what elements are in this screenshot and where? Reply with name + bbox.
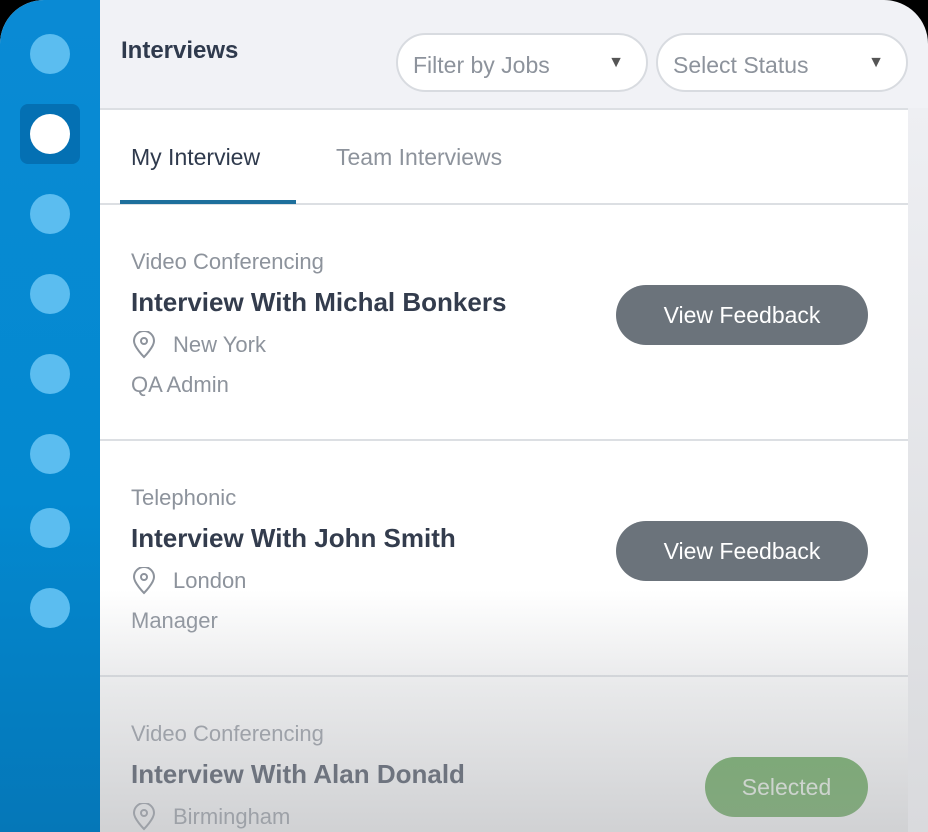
chevron-down-icon: ▼ <box>868 54 884 72</box>
selected-status-badge[interactable]: Selected <box>705 757 868 817</box>
interview-type: Video Conferencing <box>131 721 324 747</box>
nav-item-active[interactable] <box>20 104 80 164</box>
filter-jobs-select[interactable]: Filter by Jobs ▼ <box>396 33 648 92</box>
interview-role: Manager <box>131 608 218 634</box>
nav-icon-5[interactable] <box>30 354 70 394</box>
interview-location: Birmingham <box>131 803 290 831</box>
nav-icon-7[interactable] <box>30 508 70 548</box>
chevron-down-icon: ▼ <box>608 54 624 72</box>
active-tab-indicator <box>120 200 296 204</box>
nav-icon-1[interactable] <box>30 34 70 74</box>
location-pin-icon <box>131 803 157 831</box>
sidebar <box>0 0 100 832</box>
nav-icon-4[interactable] <box>30 274 70 314</box>
interview-type: Telephonic <box>131 485 236 511</box>
interview-card[interactable]: Video Conferencing Interview With Alan D… <box>100 677 908 832</box>
location-text: London <box>173 568 246 594</box>
status-select-label: Select Status <box>673 52 809 78</box>
interview-card[interactable]: Video Conferencing Interview With Michal… <box>100 205 908 441</box>
nav-icon-2 <box>30 114 70 154</box>
nav-icon-8[interactable] <box>30 588 70 628</box>
scrollbar-track[interactable] <box>908 108 928 832</box>
tab-bar: My Interview Team Interviews <box>100 110 908 205</box>
interview-name: Interview With Michal Bonkers <box>131 287 506 318</box>
location-text: Birmingham <box>173 804 290 830</box>
location-pin-icon <box>131 331 157 359</box>
interview-name: Interview With Alan Donald <box>131 759 465 790</box>
location-text: New York <box>173 332 266 358</box>
filter-jobs-label: Filter by Jobs <box>413 52 550 78</box>
page-title: Interviews <box>121 37 238 65</box>
view-feedback-button[interactable]: View Feedback <box>616 521 868 581</box>
app-window: Interviews Filter by Jobs ▼ Select Statu… <box>0 0 928 832</box>
view-feedback-button[interactable]: View Feedback <box>616 285 868 345</box>
interview-type: Video Conferencing <box>131 249 324 275</box>
interview-role: QA Admin <box>131 372 229 398</box>
location-pin-icon <box>131 567 157 595</box>
nav-icon-3[interactable] <box>30 194 70 234</box>
tab-my-interview[interactable]: My Interview <box>131 144 260 171</box>
tab-team-interviews[interactable]: Team Interviews <box>336 144 502 171</box>
interview-location: London <box>131 567 246 595</box>
nav-icon-6[interactable] <box>30 434 70 474</box>
interview-location: New York <box>131 331 266 359</box>
interview-panel: My Interview Team Interviews Video Confe… <box>100 108 908 832</box>
status-select[interactable]: Select Status ▼ <box>656 33 908 92</box>
interview-name: Interview With John Smith <box>131 523 456 554</box>
interview-card[interactable]: Telephonic Interview With John Smith Lon… <box>100 441 908 677</box>
